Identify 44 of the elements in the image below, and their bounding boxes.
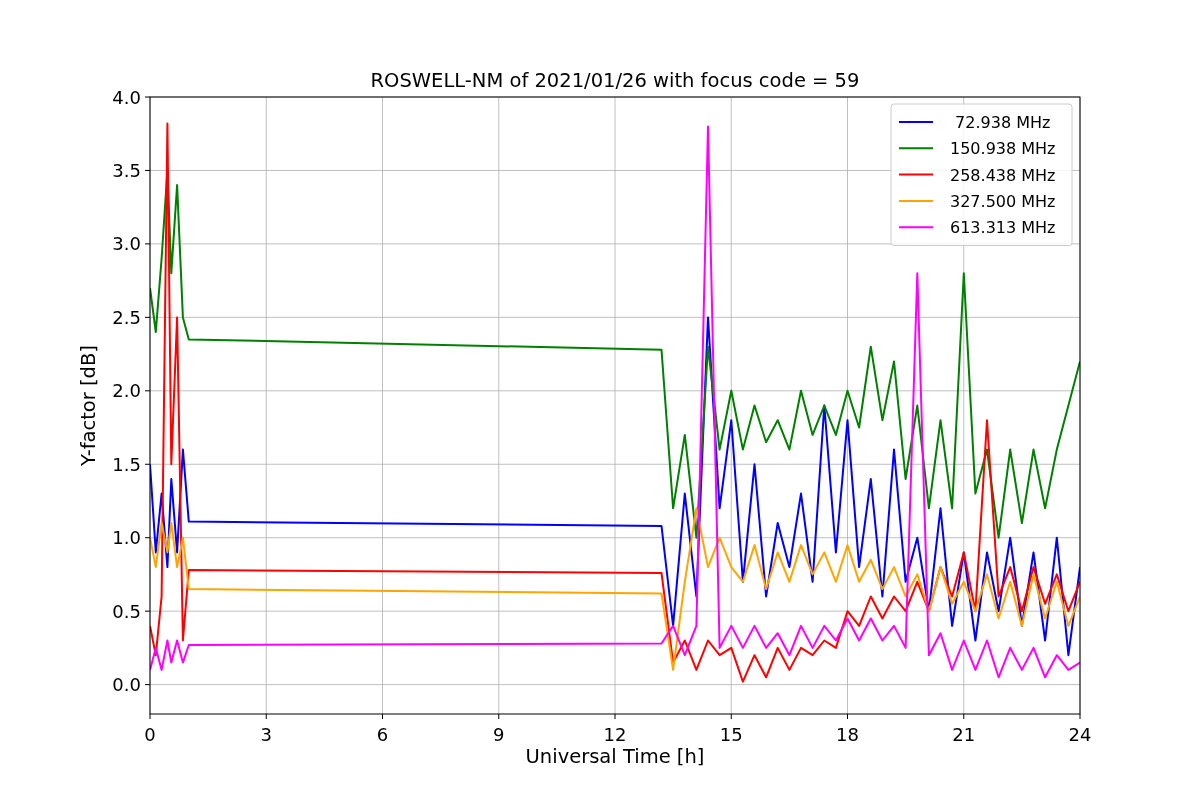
legend-label: 72.938 MHz: [955, 113, 1051, 132]
tick-mark: [963, 713, 965, 720]
tick-mark: [730, 713, 732, 720]
tick-mark: [144, 463, 151, 465]
tick-mark: [614, 713, 616, 720]
tick-mark: [1079, 713, 1081, 720]
y-tick-label: 2.0: [112, 380, 141, 402]
tick-mark: [144, 537, 151, 539]
legend-label: 258.438 MHz: [950, 165, 1056, 185]
x-axis-label: Universal Time [h]: [525, 745, 705, 768]
tick-mark: [382, 713, 383, 720]
tick-mark: [144, 684, 151, 686]
tick-mark: [149, 713, 151, 720]
x-tick-label: 12: [603, 724, 627, 745]
y-tick-label: 0.5: [112, 600, 141, 622]
y-tick-label: 1.5: [112, 453, 141, 475]
tick-mark: [498, 713, 500, 720]
x-tick-label: 0: [144, 724, 156, 745]
chart-title: ROSWELL-NM of 2021/01/26 with focus code = 59: [370, 69, 860, 92]
x-tick-label: 21: [952, 724, 976, 745]
tick-mark: [144, 610, 151, 612]
tick-mark: [847, 713, 848, 720]
x-tick-label: 24: [1068, 724, 1092, 745]
tick-mark: [144, 316, 151, 318]
y-tick-label: 1.0: [112, 527, 141, 549]
tick-mark: [144, 243, 151, 245]
y-tick-label: 0.0: [112, 674, 141, 696]
y-tick-label: 4.0: [112, 86, 141, 108]
y-axis-label: Y-factor [dB]: [77, 345, 100, 466]
tick-mark: [144, 390, 151, 392]
x-tick-label: 15: [719, 724, 743, 745]
x-tick-label: 18: [836, 724, 859, 745]
y-tick-label: 3.0: [112, 233, 141, 255]
legend-label: 150.938 MHz: [950, 139, 1056, 159]
x-tick-label: 3: [260, 724, 272, 745]
y-tick-label: 3.5: [112, 159, 141, 181]
legend-label: 327.500 MHz: [950, 191, 1056, 211]
x-tick-label: 6: [376, 724, 389, 745]
tick-mark: [265, 713, 267, 720]
x-tick-label: 9: [493, 724, 505, 745]
tick-mark: [144, 96, 151, 98]
legend-label: 613.313 MHz: [950, 218, 1056, 238]
tick-mark: [144, 169, 151, 171]
y-tick-label: 2.5: [112, 306, 141, 328]
